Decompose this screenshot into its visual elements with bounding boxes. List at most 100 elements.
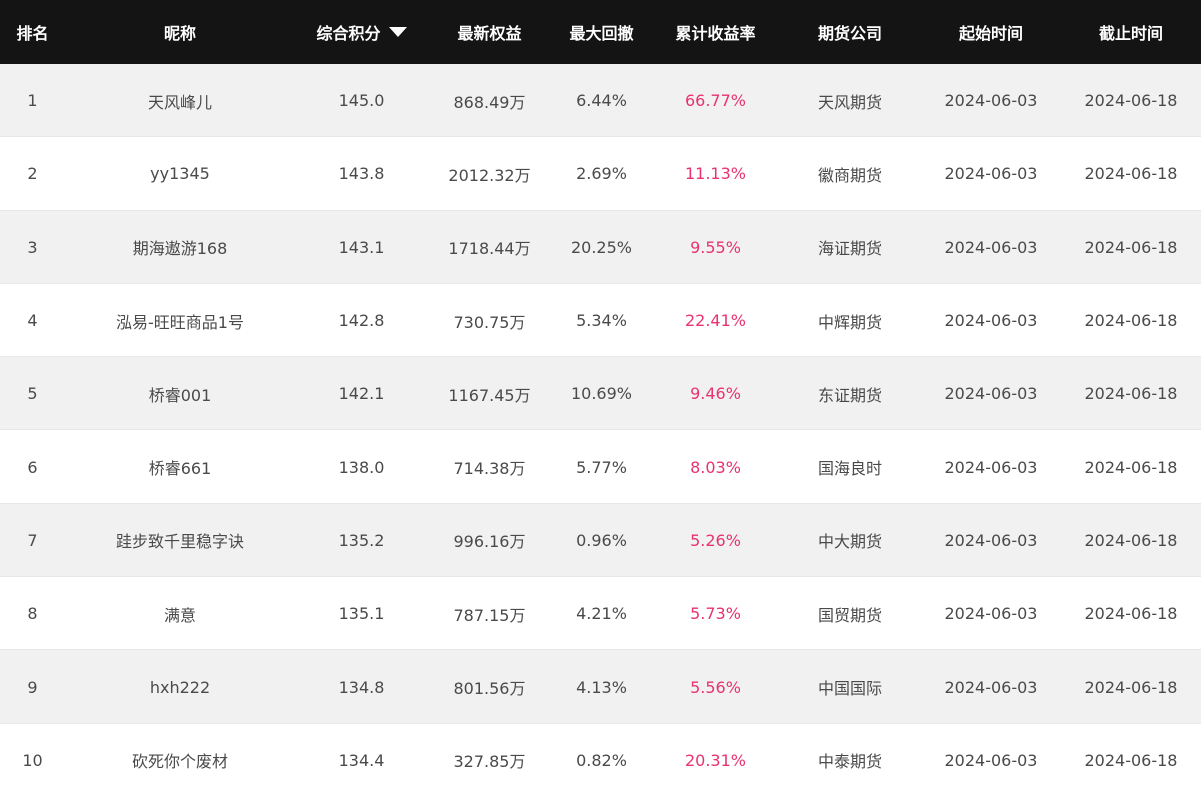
- drawdown-cell: 5.34%: [576, 311, 627, 331]
- rank-cell: 2: [27, 164, 38, 184]
- table-header: 排名 昵称 综合积分 最新权益 最大回撤 累计收益率 期货公司 起始时间 截止时…: [0, 0, 1201, 70]
- return-cell: 8.03%: [690, 457, 741, 477]
- nickname-cell[interactable]: 满意: [65, 602, 295, 626]
- table-row[interactable]: 7 跬步致千里稳字诀 135.2 996.16万 0.96% 5.26% 中大期…: [0, 503, 1201, 578]
- company-cell: 中国国际: [817, 679, 882, 699]
- drawdown-cell: 20.25%: [570, 237, 632, 257]
- drawdown-cell: 4.13%: [576, 677, 627, 697]
- header-equity[interactable]: 最新权益: [428, 20, 551, 44]
- start-date-cell: 2024-06-03: [944, 457, 1038, 477]
- score-cell: 138.0: [338, 457, 385, 477]
- start-date-cell: 2024-06-03: [944, 384, 1038, 404]
- drawdown-cell: 5.77%: [576, 457, 627, 477]
- table-row[interactable]: 1 天风峰儿 145.0 868.49万 6.44% 66.77% 天风期货 2…: [0, 64, 1201, 138]
- company-cell: 天风期货: [817, 92, 882, 112]
- score-cell: 142.1: [338, 384, 385, 404]
- score-sort-button[interactable]: 综合积分: [316, 20, 407, 44]
- nickname-cell[interactable]: 桥睿001: [65, 382, 295, 406]
- table-row[interactable]: 3 期海遨游168 143.1 1718.44万 20.25% 9.55% 海证…: [0, 210, 1201, 284]
- nickname-cell[interactable]: yy1345: [65, 164, 295, 183]
- rank-cell: 8: [27, 604, 38, 624]
- company-cell: 中大期货: [817, 532, 882, 552]
- end-date-cell: 2024-06-18: [1084, 750, 1178, 770]
- end-date-cell: 2024-06-18: [1084, 164, 1178, 184]
- end-date-cell: 2024-06-18: [1084, 530, 1178, 550]
- table-row[interactable]: 6 桥睿661 138.0 714.38万 5.77% 8.03% 国海良时 2…: [0, 430, 1201, 504]
- ranking-table: 排名 昵称 综合积分 最新权益 最大回撤 累计收益率 期货公司 起始时间 截止时…: [0, 0, 1201, 794]
- rank-cell: 9: [27, 677, 38, 697]
- equity-cell: 801.56万: [453, 679, 526, 699]
- return-cell: 9.46%: [690, 384, 741, 404]
- end-date-cell: 2024-06-18: [1084, 237, 1178, 257]
- rank-cell: 7: [27, 530, 38, 550]
- rank-cell: 4: [27, 311, 38, 331]
- start-date-cell: 2024-06-03: [944, 91, 1038, 111]
- drawdown-cell: 2.69%: [576, 164, 627, 184]
- company-cell: 中辉期货: [817, 312, 882, 332]
- drawdown-cell: 6.44%: [576, 91, 627, 111]
- return-cell: 5.73%: [690, 604, 741, 624]
- header-score[interactable]: 综合积分: [295, 20, 428, 44]
- end-date-cell: 2024-06-18: [1084, 384, 1178, 404]
- return-cell: 9.55%: [690, 237, 741, 257]
- nickname-cell[interactable]: 期海遨游168: [65, 235, 295, 259]
- header-return[interactable]: 累计收益率: [652, 20, 779, 44]
- nickname-cell[interactable]: 桥睿661: [65, 455, 295, 479]
- nickname-cell[interactable]: 砍死你个废材: [65, 748, 295, 772]
- equity-cell: 996.16万: [453, 532, 526, 552]
- end-date-cell: 2024-06-18: [1084, 457, 1178, 477]
- end-date-cell: 2024-06-18: [1084, 91, 1178, 111]
- company-cell: 国海良时: [817, 459, 882, 479]
- header-nickname[interactable]: 昵称: [65, 20, 295, 44]
- nickname-cell[interactable]: 天风峰儿: [65, 89, 295, 113]
- nickname-cell[interactable]: 跬步致千里稳字诀: [65, 528, 295, 552]
- nickname-cell[interactable]: hxh222: [65, 678, 295, 697]
- return-cell: 20.31%: [684, 750, 746, 770]
- table-row[interactable]: 4 泓易-旺旺商品1号 142.8 730.75万 5.34% 22.41% 中…: [0, 283, 1201, 358]
- score-cell: 143.8: [338, 164, 385, 184]
- score-cell: 142.8: [338, 311, 385, 331]
- return-cell: 22.41%: [684, 311, 746, 331]
- nickname-cell[interactable]: 泓易-旺旺商品1号: [65, 309, 295, 333]
- caret-down-icon: [388, 27, 407, 37]
- company-cell: 徽商期货: [817, 165, 882, 185]
- table-row[interactable]: 9 hxh222 134.8 801.56万 4.13% 5.56% 中国国际 …: [0, 650, 1201, 724]
- rank-cell: 3: [27, 237, 38, 257]
- equity-cell: 2012.32万: [448, 165, 531, 185]
- table-row[interactable]: 8 满意 135.1 787.15万 4.21% 5.73% 国贸期货 2024…: [0, 577, 1201, 651]
- rank-cell: 1: [27, 91, 38, 111]
- drawdown-cell: 4.21%: [576, 604, 627, 624]
- drawdown-cell: 0.82%: [576, 750, 627, 770]
- equity-cell: 1167.45万: [448, 385, 531, 405]
- start-date-cell: 2024-06-03: [944, 237, 1038, 257]
- header-drawdown[interactable]: 最大回撤: [551, 20, 652, 44]
- return-cell: 5.56%: [690, 677, 741, 697]
- header-company[interactable]: 期货公司: [779, 20, 921, 44]
- rank-cell: 10: [22, 750, 43, 770]
- equity-cell: 787.15万: [453, 605, 526, 625]
- equity-cell: 327.85万: [453, 752, 526, 772]
- table-row[interactable]: 5 桥睿001 142.1 1167.45万 10.69% 9.46% 东证期货…: [0, 357, 1201, 431]
- table-row[interactable]: 10 砍死你个废材 134.4 327.85万 0.82% 20.31% 中泰期…: [0, 723, 1201, 794]
- score-cell: 145.0: [338, 91, 385, 111]
- return-cell: 11.13%: [684, 164, 746, 184]
- header-start[interactable]: 起始时间: [921, 20, 1061, 44]
- table-body: 1 天风峰儿 145.0 868.49万 6.44% 66.77% 天风期货 2…: [0, 64, 1201, 794]
- table-row[interactable]: 2 yy1345 143.8 2012.32万 2.69% 11.13% 徽商期…: [0, 137, 1201, 211]
- header-rank[interactable]: 排名: [0, 20, 65, 44]
- company-cell: 中泰期货: [817, 752, 882, 772]
- end-date-cell: 2024-06-18: [1084, 311, 1178, 331]
- score-cell: 134.4: [338, 750, 385, 770]
- score-cell: 134.8: [338, 677, 385, 697]
- score-cell: 143.1: [338, 237, 385, 257]
- equity-cell: 1718.44万: [448, 239, 531, 259]
- header-end[interactable]: 截止时间: [1061, 20, 1201, 44]
- start-date-cell: 2024-06-03: [944, 677, 1038, 697]
- company-cell: 东证期货: [817, 385, 882, 405]
- company-cell: 国贸期货: [817, 605, 882, 625]
- score-cell: 135.2: [338, 530, 385, 550]
- header-score-label: 综合积分: [316, 24, 381, 43]
- return-cell: 5.26%: [690, 530, 741, 550]
- start-date-cell: 2024-06-03: [944, 750, 1038, 770]
- drawdown-cell: 0.96%: [576, 530, 627, 550]
